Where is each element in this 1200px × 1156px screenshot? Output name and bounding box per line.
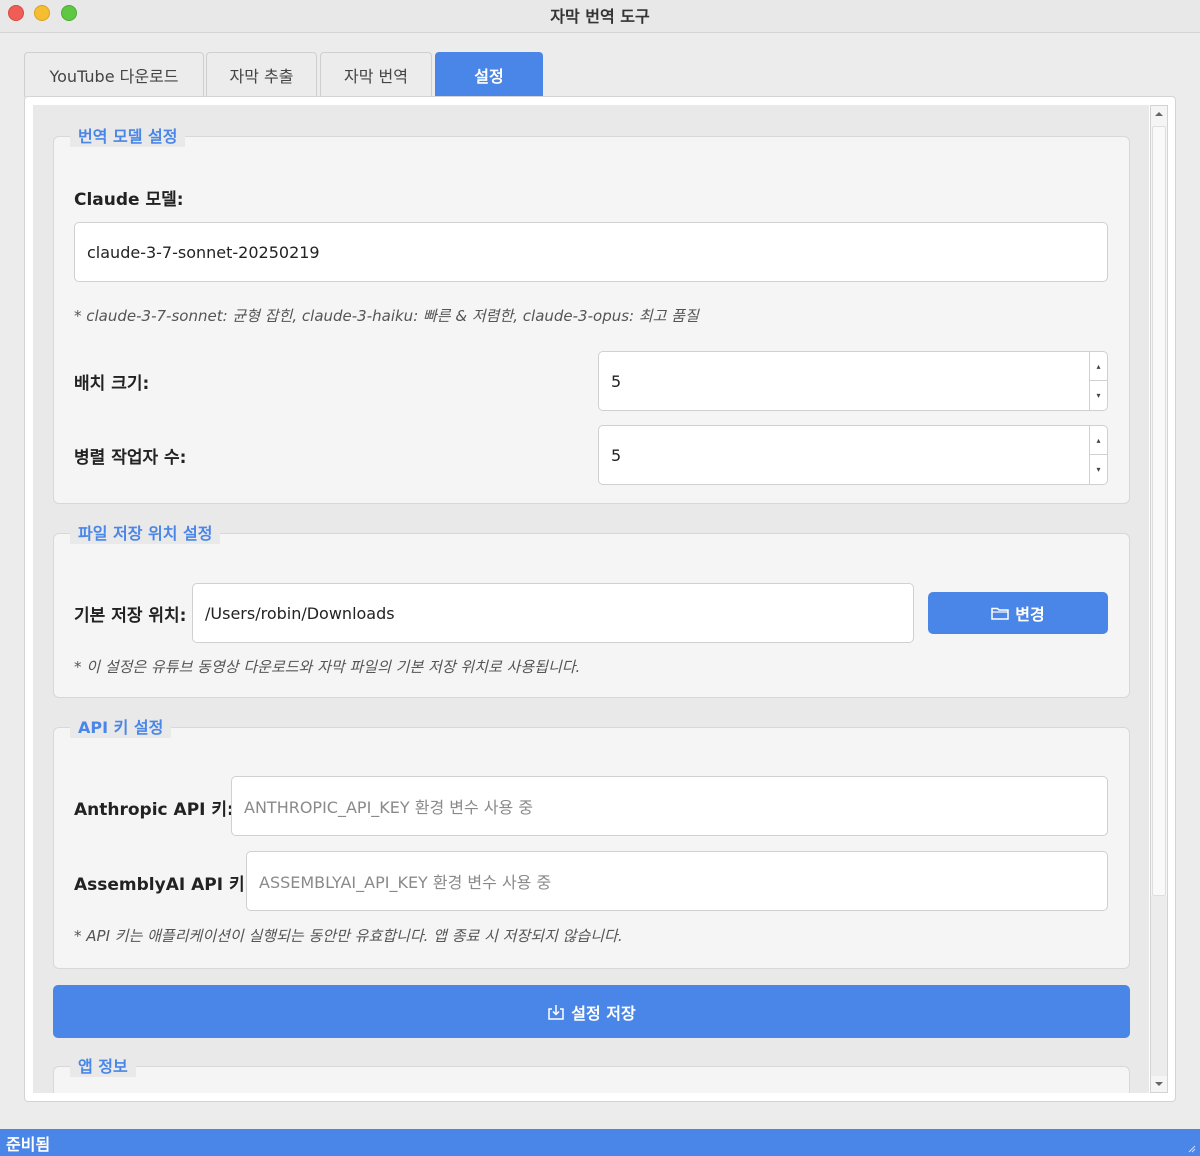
batch-size-decrement-icon[interactable]: ▾: [1090, 381, 1107, 410]
save-icon: [548, 1004, 565, 1020]
anthropic-api-key-label: Anthropic API 키:: [74, 800, 234, 820]
settings-panel: 번역 모델 설정 Claude 모델: claude-3-7-sonnet-20…: [24, 96, 1176, 1102]
assemblyai-api-key-input[interactable]: ASSEMBLYAI_API_KEY 환경 변수 사용 중: [246, 851, 1108, 911]
model-settings-group: 번역 모델 설정 Claude 모델: claude-3-7-sonnet-20…: [53, 123, 1130, 504]
batch-size-increment-icon[interactable]: ▴: [1090, 352, 1107, 381]
tab-youtube-download[interactable]: YouTube 다운로드: [24, 52, 204, 97]
parallel-workers-increment-icon[interactable]: ▴: [1090, 426, 1107, 455]
change-path-button[interactable]: 변경: [928, 592, 1108, 634]
resize-grip-icon[interactable]: [1186, 1143, 1196, 1153]
folder-icon: [991, 607, 1010, 620]
status-text: 준비됨: [6, 1134, 51, 1154]
parallel-workers-decrement-icon[interactable]: ▾: [1090, 455, 1107, 484]
app-info-title: 앱 정보: [70, 1053, 136, 1077]
model-hint: * claude-3-7-sonnet: 균형 잡힌, claude-3-hai…: [74, 307, 699, 325]
save-path-input[interactable]: /Users/robin/Downloads: [192, 583, 914, 643]
storage-hint: * 이 설정은 유튜브 동영상 다운로드와 자막 파일의 기본 저장 위치로 사…: [74, 658, 581, 676]
tab-subtitle-translate[interactable]: 자막 번역: [320, 52, 432, 97]
model-settings-title: 번역 모델 설정: [70, 123, 186, 147]
batch-size-value: 5: [611, 371, 622, 391]
scrollbar-track[interactable]: [1151, 896, 1167, 1076]
api-key-settings-group: API 키 설정 Anthropic API 키: ANTHROPIC_API_…: [53, 714, 1130, 969]
title-bar: 자막 번역 도구: [0, 0, 1200, 33]
scrollbar-thumb[interactable]: [1152, 126, 1166, 896]
app-window: 자막 번역 도구 YouTube 다운로드 자막 추출 자막 번역 설정 번역 …: [0, 0, 1200, 1156]
claude-model-input[interactable]: claude-3-7-sonnet-20250219: [74, 222, 1108, 282]
batch-size-label: 배치 크기:: [74, 374, 150, 394]
claude-model-label: Claude 모델:: [74, 190, 184, 210]
window-title: 자막 번역 도구: [550, 7, 650, 26]
batch-size-spin-buttons: ▴ ▾: [1089, 352, 1107, 410]
anthropic-api-key-input[interactable]: ANTHROPIC_API_KEY 환경 변수 사용 중: [231, 776, 1108, 836]
scroll-down-icon[interactable]: [1151, 1076, 1167, 1092]
parallel-workers-label: 병렬 작업자 수:: [74, 448, 187, 468]
storage-settings-group: 파일 저장 위치 설정 기본 저장 위치: /Users/robin/Downl…: [53, 520, 1130, 698]
batch-size-stepper[interactable]: 5 ▴ ▾: [598, 351, 1108, 411]
status-bar: 준비됨: [0, 1129, 1200, 1156]
tab-subtitle-extract[interactable]: 자막 추출: [206, 52, 317, 97]
api-key-hint: * API 키는 애플리케이션이 실행되는 동안만 유효합니다. 앱 종료 시 …: [74, 927, 623, 945]
tab-settings[interactable]: 설정: [435, 52, 543, 97]
assemblyai-api-key-label: AssemblyAI API 키:: [74, 875, 252, 895]
api-key-settings-title: API 키 설정: [70, 714, 172, 738]
storage-settings-title: 파일 저장 위치 설정: [70, 520, 221, 544]
scroll-up-icon[interactable]: [1151, 106, 1167, 122]
vertical-scrollbar[interactable]: [1150, 105, 1168, 1093]
save-path-label: 기본 저장 위치:: [74, 606, 187, 626]
settings-scroll-area[interactable]: 번역 모델 설정 Claude 모델: claude-3-7-sonnet-20…: [33, 105, 1149, 1093]
parallel-workers-value: 5: [611, 445, 622, 465]
save-settings-label: 설정 저장: [571, 1003, 636, 1023]
parallel-workers-spin-buttons: ▴ ▾: [1089, 426, 1107, 484]
save-settings-button[interactable]: 설정 저장: [53, 985, 1130, 1038]
change-path-label: 변경: [1015, 605, 1045, 624]
app-info-group: 앱 정보: [53, 1053, 1130, 1093]
parallel-workers-stepper[interactable]: 5 ▴ ▾: [598, 425, 1108, 485]
